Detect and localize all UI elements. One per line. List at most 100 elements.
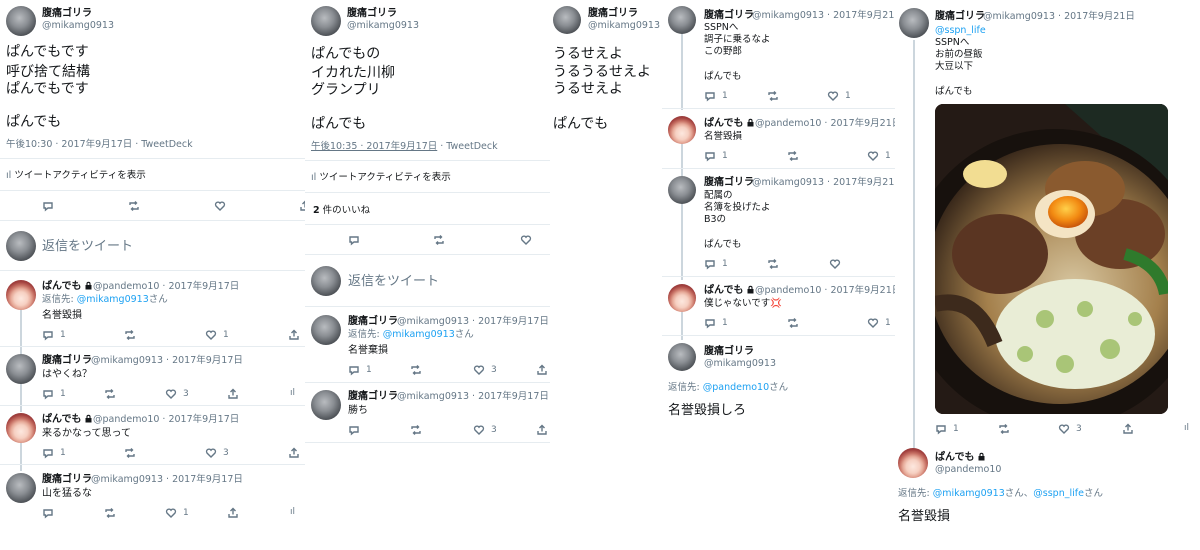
reply-button[interactable] — [348, 424, 360, 436]
author-handle[interactable]: @mikamg0913 · 2017年9月17日 — [397, 391, 549, 403]
tweet-timestamp[interactable]: 午後10:35 · 2017年9月17日 · TweetDeck — [311, 141, 498, 153]
avatar[interactable] — [668, 176, 696, 204]
avatar[interactable] — [311, 6, 341, 36]
likes-count[interactable]: 2 件のいいね — [313, 205, 370, 217]
like-button[interactable]: 3 — [165, 388, 189, 400]
like-button[interactable]: 1 — [205, 329, 229, 341]
like-button[interactable]: 3 — [473, 364, 497, 376]
author-name[interactable]: ぱんでも — [935, 452, 986, 465]
author-handle[interactable]: @mikamg0913 — [347, 20, 419, 32]
analytics-icon[interactable]: ıl — [290, 507, 295, 517]
author-name[interactable]: 腹痛ゴリラ — [42, 355, 92, 368]
reply-button[interactable]: 1 — [704, 90, 728, 102]
avatar[interactable] — [311, 315, 341, 345]
author-handle[interactable]: @mikamg0913 · 2017年9月21日 — [752, 177, 895, 189]
like-button[interactable] — [520, 234, 532, 246]
author-handle[interactable]: @mikamg0913 · 2017年9月17日 — [397, 316, 549, 328]
reply-button[interactable] — [42, 200, 54, 212]
author-handle[interactable]: @mikamg0913 — [588, 20, 660, 32]
analytics-icon[interactable]: ıl — [290, 388, 295, 398]
author-handle[interactable]: @pandemo10 · 2017年9月21日 — [755, 118, 895, 130]
ramen-photo[interactable] — [935, 104, 1168, 414]
tweet-activity-link[interactable]: ıl ツイートアクティビティを表示 — [6, 170, 146, 182]
reply-button[interactable]: 1 — [42, 329, 66, 341]
mention-link[interactable]: @sspn_life — [1033, 488, 1084, 499]
retweet-button[interactable] — [767, 90, 779, 102]
avatar[interactable] — [668, 6, 696, 34]
mention-link[interactable]: @sspn_life — [935, 25, 986, 37]
like-button[interactable]: 1 — [867, 150, 891, 162]
reply-button[interactable] — [42, 507, 54, 519]
author-name[interactable]: ぱんでも — [704, 285, 755, 298]
avatar[interactable] — [6, 354, 36, 384]
author-handle[interactable]: @mikamg0913 · 2017年9月17日 — [91, 474, 243, 486]
author-handle[interactable]: @pandemo10 · 2017年9月21日 — [755, 285, 895, 297]
share-button[interactable] — [227, 388, 239, 400]
avatar[interactable] — [311, 390, 341, 420]
author-handle[interactable]: @mikamg0913 · 2017年9月21日 — [983, 11, 1135, 23]
retweet-button[interactable] — [998, 423, 1010, 435]
avatar[interactable] — [668, 284, 696, 312]
retweet-button[interactable] — [787, 317, 799, 329]
author-name[interactable]: 腹痛ゴリラ — [42, 474, 92, 487]
mention-link[interactable]: @pandemo10 — [703, 382, 769, 393]
like-button[interactable] — [829, 258, 841, 270]
avatar[interactable] — [668, 343, 696, 371]
avatar[interactable] — [6, 473, 36, 503]
author-name[interactable]: ぱんでも — [704, 118, 755, 131]
author-name[interactable]: 腹痛ゴリラ — [704, 346, 754, 359]
author-name[interactable]: 腹痛ゴリラ — [704, 10, 754, 23]
retweet-button[interactable] — [124, 447, 136, 459]
reply-composer[interactable]: 返信をツイート — [42, 239, 133, 255]
reply-button[interactable]: 1 — [42, 388, 66, 400]
tweet-timestamp[interactable]: 午後10:30 · 2017年9月17日 · TweetDeck — [6, 139, 193, 151]
like-button[interactable]: 3 — [473, 424, 497, 436]
author-handle[interactable]: @mikamg0913 · 2017年9月17日 — [91, 355, 243, 367]
analytics-icon[interactable]: ıl — [1184, 423, 1189, 433]
avatar[interactable] — [898, 448, 928, 478]
reply-button[interactable]: 1 — [935, 423, 959, 435]
retweet-button[interactable] — [410, 364, 422, 376]
like-button[interactable]: 1 — [827, 90, 851, 102]
tweet-activity-link[interactable]: ıl ツイートアクティビティを表示 — [311, 172, 451, 184]
author-name[interactable]: ぱんでも — [42, 281, 93, 294]
share-button[interactable] — [288, 329, 300, 341]
mention-link[interactable]: @mikamg0913 — [933, 488, 1005, 499]
share-button[interactable] — [288, 447, 300, 459]
avatar[interactable] — [668, 116, 696, 144]
author-name[interactable]: 腹痛ゴリラ — [348, 391, 398, 404]
mention-link[interactable]: @mikamg0913 — [383, 329, 455, 340]
author-name[interactable]: 腹痛ゴリラ — [935, 11, 985, 24]
like-button[interactable]: 1 — [165, 507, 189, 519]
author-handle[interactable]: @mikamg0913 — [704, 358, 776, 370]
like-button[interactable]: 3 — [205, 447, 229, 459]
avatar[interactable] — [553, 6, 581, 34]
retweet-button[interactable] — [767, 258, 779, 270]
author-name[interactable]: ぱんでも — [42, 414, 93, 427]
author-handle[interactable]: @pandemo10 · 2017年9月17日 — [93, 281, 239, 293]
reply-button[interactable] — [348, 234, 360, 246]
avatar[interactable] — [6, 6, 36, 36]
author-name[interactable]: 腹痛ゴリラ — [704, 177, 754, 190]
like-button[interactable]: 1 — [867, 317, 891, 329]
avatar[interactable] — [6, 413, 36, 443]
avatar[interactable] — [899, 8, 929, 38]
retweet-button[interactable] — [433, 234, 445, 246]
reply-button[interactable]: 1 — [42, 447, 66, 459]
share-button[interactable] — [227, 507, 239, 519]
like-button[interactable] — [214, 200, 226, 212]
share-button[interactable] — [1122, 423, 1134, 435]
reply-button[interactable]: 1 — [348, 364, 372, 376]
retweet-button[interactable] — [787, 150, 799, 162]
author-name[interactable]: 腹痛ゴリラ — [348, 316, 398, 329]
author-handle[interactable]: @pandemo10 — [935, 464, 1001, 476]
author-handle[interactable]: @mikamg0913 — [42, 20, 114, 32]
reply-button[interactable]: 1 — [704, 150, 728, 162]
retweet-button[interactable] — [104, 507, 116, 519]
like-button[interactable]: 3 — [1058, 423, 1082, 435]
share-button[interactable] — [536, 364, 548, 376]
author-name[interactable]: 腹痛ゴリラ — [588, 8, 638, 21]
reply-button[interactable]: 1 — [704, 317, 728, 329]
author-name[interactable]: 腹痛ゴリラ — [42, 8, 92, 21]
author-handle[interactable]: @mikamg0913 · 2017年9月21日 — [752, 10, 895, 22]
